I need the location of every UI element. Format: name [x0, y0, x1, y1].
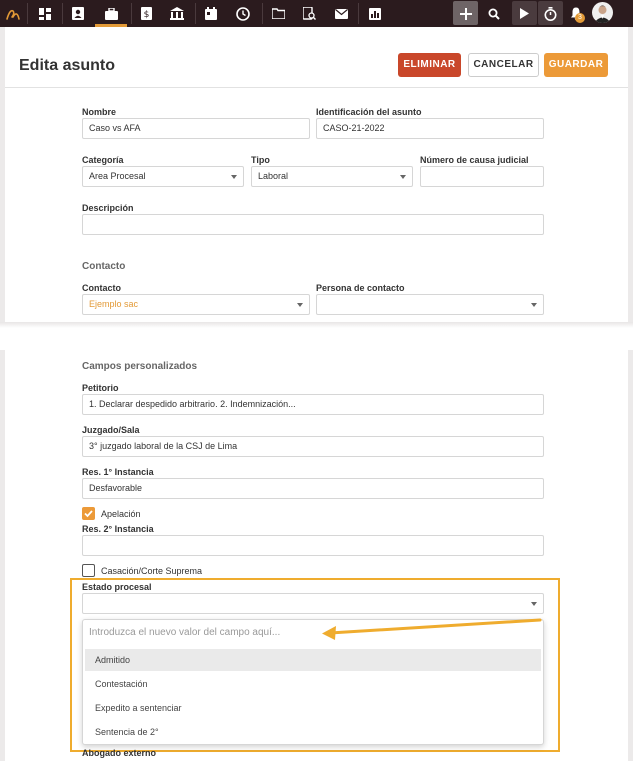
abogado-label: Abogado externo — [82, 748, 157, 758]
annotation-arrow — [322, 618, 542, 640]
